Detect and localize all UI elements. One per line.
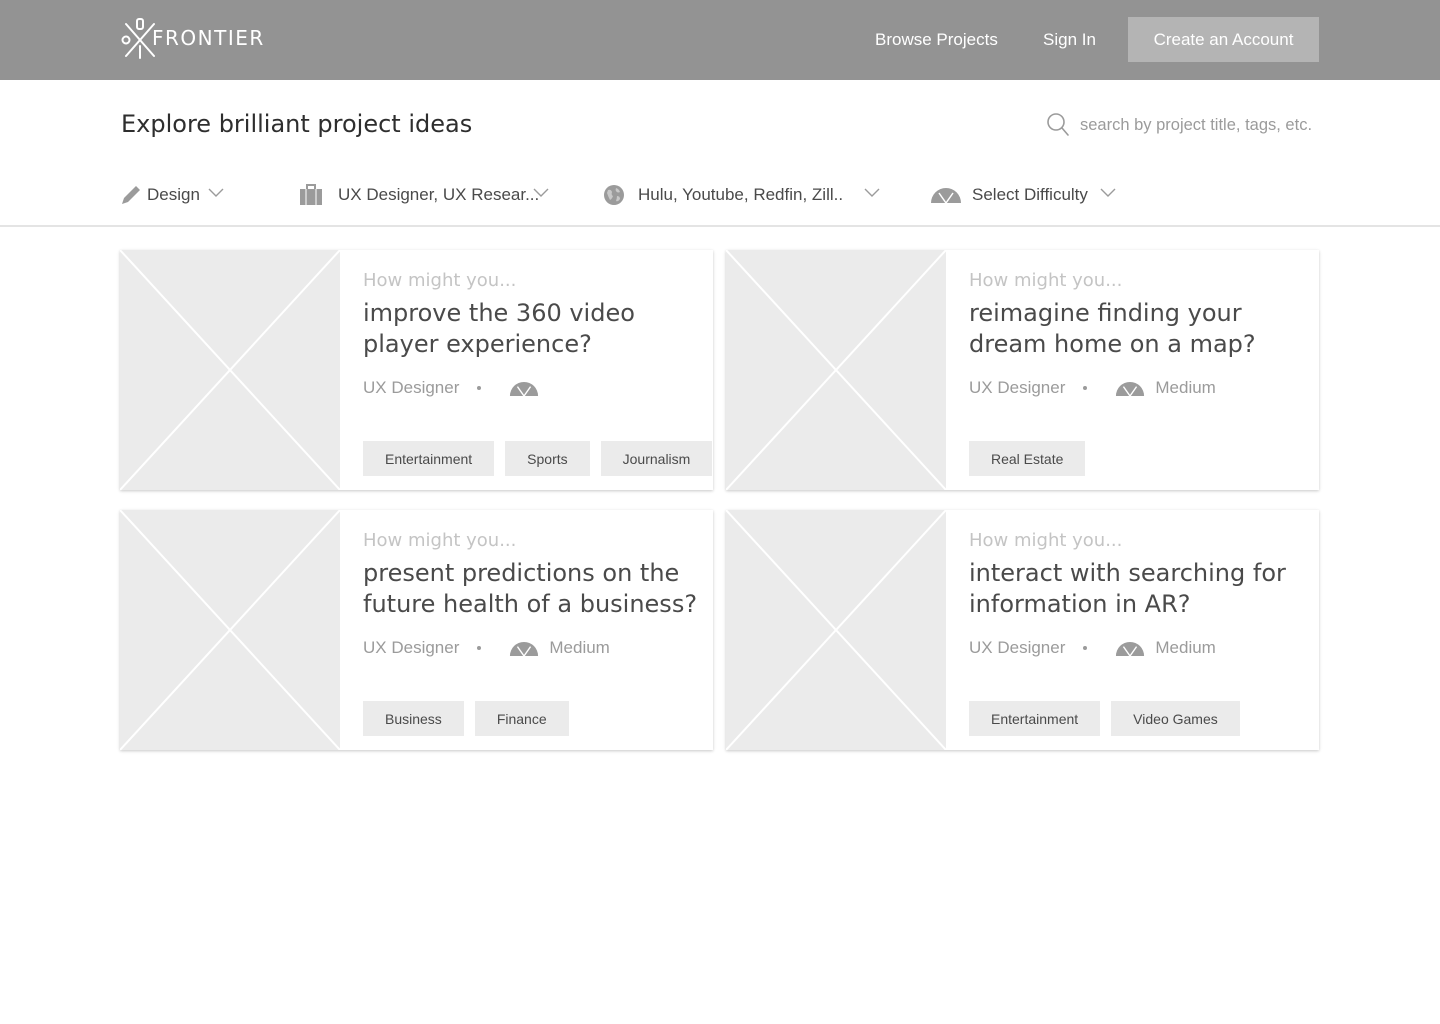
card-tags: Real Estate (969, 441, 1096, 476)
card-title: improve the 360 video player experience? (363, 299, 635, 358)
filter-category-dropdown[interactable]: Design (120, 180, 230, 210)
card-tags: Business Finance (363, 701, 580, 736)
filter-divider (0, 225, 1440, 227)
card-difficulty: Medium (549, 638, 610, 657)
filter-difficulty-label: Select Difficulty (972, 185, 1088, 204)
filter-difficulty-dropdown[interactable]: Select Difficulty (930, 180, 1120, 210)
tag[interactable]: Video Games (1111, 701, 1240, 736)
image-placeholder (725, 249, 947, 491)
speedometer-icon (510, 641, 539, 656)
pencil-icon (122, 186, 140, 204)
card-prompt: How might you... (969, 530, 1123, 551)
tag[interactable]: Sports (505, 441, 590, 476)
page-title: Explore brilliant project ideas (121, 110, 473, 138)
card-prompt: How might you... (363, 270, 517, 291)
card-title: present predictions on the future health… (363, 559, 698, 618)
separator-dot (1083, 646, 1088, 650)
tag[interactable]: Journalism (600, 441, 713, 476)
briefcase-icon (300, 184, 322, 205)
speedometer-icon (1116, 641, 1145, 656)
chevron-down-icon (1100, 188, 1116, 197)
card-tags: Entertainment Sports Journalism (363, 441, 723, 476)
browse-projects-link[interactable]: Browse Projects (875, 30, 998, 50)
project-card[interactable]: How might you... interact with searching… (725, 509, 1319, 751)
globe-icon (604, 185, 624, 205)
filter-company-label: Hulu, Youtube, Redfin, Zill.. (638, 185, 844, 204)
card-prompt: How might you... (363, 530, 517, 551)
top-navigation-bar: FRONTIER Browse Projects Sign In Create … (0, 0, 1440, 80)
card-tags: Entertainment Video Games (969, 701, 1251, 736)
image-placeholder (119, 249, 341, 491)
card-meta: UX Designer Medium (363, 637, 610, 659)
card-meta: UX Designer Medium (969, 637, 1216, 659)
create-account-button[interactable]: Create an Account (1128, 17, 1319, 62)
tag[interactable]: Business (363, 701, 464, 736)
card-meta: UX Designer Medium (969, 377, 1216, 399)
tag[interactable]: Entertainment (969, 701, 1101, 736)
project-card[interactable]: How might you... reimagine finding your … (725, 249, 1319, 491)
card-difficulty: Medium (1155, 378, 1216, 397)
tag[interactable]: Finance (474, 701, 569, 736)
tag[interactable]: Entertainment (363, 441, 495, 476)
filter-category-label: Design (147, 185, 200, 204)
search-bar (1046, 110, 1320, 140)
speedometer-icon (510, 381, 539, 396)
image-placeholder (725, 509, 947, 751)
search-input[interactable] (1080, 110, 1320, 140)
filter-company-dropdown[interactable]: Hulu, Youtube, Redfin, Zill.. (603, 180, 883, 210)
card-role: UX Designer (969, 638, 1066, 657)
card-prompt: How might you... (969, 270, 1123, 291)
search-icon[interactable] (1046, 112, 1070, 138)
filter-role-dropdown[interactable]: UX Designer, UX Resear... (299, 180, 554, 210)
project-card[interactable]: How might you... present predictions on … (119, 509, 713, 751)
project-card[interactable]: How might you... improve the 360 video p… (119, 249, 713, 491)
image-placeholder (119, 509, 341, 751)
card-role: UX Designer (363, 378, 460, 397)
speedometer-icon (931, 188, 961, 204)
chevron-down-icon (864, 188, 880, 197)
sign-in-link[interactable]: Sign In (1043, 30, 1096, 50)
card-role: UX Designer (363, 638, 460, 657)
card-title: interact with searching for information … (969, 559, 1286, 618)
card-role: UX Designer (969, 378, 1066, 397)
frontier-logo[interactable]: FRONTIER (120, 16, 263, 62)
separator-dot (477, 646, 482, 650)
logo-text: FRONTIER (152, 26, 265, 50)
card-difficulty: Medium (1155, 638, 1216, 657)
separator-dot (477, 386, 482, 390)
chevron-down-icon (533, 188, 549, 197)
chevron-down-icon (208, 188, 224, 197)
card-title: reimagine finding your dream home on a m… (969, 299, 1256, 358)
speedometer-icon (1116, 381, 1145, 396)
tag[interactable]: Real Estate (969, 441, 1086, 476)
card-meta: UX Designer (363, 377, 549, 399)
separator-dot (1083, 386, 1088, 390)
filter-role-label: UX Designer, UX Resear... (338, 185, 540, 204)
